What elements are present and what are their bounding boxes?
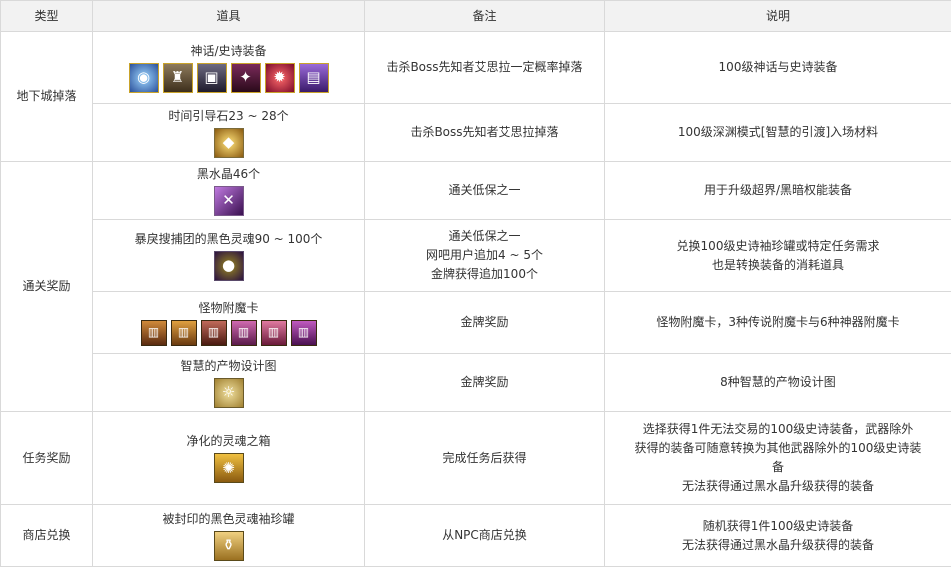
note-cell: 击杀Boss先知者艾思拉掉落 <box>364 103 605 162</box>
table-row: 地下城掉落 神话/史诗装备 ◉ ♜ ▣ ✦ ✹ ▤ 击杀Boss先知者艾思拉一定… <box>0 31 951 162</box>
table-row: 商店兑换 被封印的黑色灵魂袖珍罐 ⚱ 从NPC商店兑换 随机获得1件100级史诗… <box>0 504 951 567</box>
table-row: 通关奖励 黑水晶46个 ✕ 通关低保之一 用于升级超界/黑暗权能装备 <box>0 161 951 412</box>
armor-icon: ▣ <box>196 62 227 93</box>
desc-line: 无法获得通过黑水晶升级获得的装备 <box>681 479 874 493</box>
note-cell: 金牌奖励 <box>364 291 605 354</box>
desc-line: 选择获得1件无法交易的100级史诗装备，武器除外 <box>642 422 914 436</box>
note-cell: 通关低保之一 <box>364 161 605 220</box>
category-clear: 通关奖励 <box>0 161 93 412</box>
item-cell: 怪物附魔卡 ▥ ▥ ▥ ▥ ▥ ▥ <box>92 291 365 354</box>
item-cell: 被封印的黑色灵魂袖珍罐 ⚱ <box>92 504 365 567</box>
item-name: 时间引导石23 ~ 28个 <box>168 108 289 123</box>
helmet-icon: ♜ <box>162 62 193 93</box>
sealed-jar-icon: ⚱ <box>213 530 244 561</box>
item-name: 被封印的黑色灵魂袖珍罐 <box>162 511 295 526</box>
category-shop: 商店兑换 <box>0 504 93 567</box>
egg-stone-icon: ◆ <box>213 127 244 158</box>
card-icon: ▥ <box>200 319 227 346</box>
drop-table: 类型 道具 备注 说明 地下城掉落 神话/史诗装备 ◉ ♜ ▣ ✦ ✹ ▤ 击杀… <box>0 0 951 567</box>
header-row: 类型 道具 备注 说明 <box>0 0 951 32</box>
note-line: 金牌获得追加100个 <box>431 267 538 281</box>
note-cell: 完成任务后获得 <box>364 411 605 505</box>
table-row: 任务奖励 净化的灵魂之箱 ✺ 完成任务后获得 选择获得1件无法交易的100级史诗… <box>0 411 951 505</box>
desc-line: 无法获得通过黑水晶升级获得的装备 <box>681 537 874 552</box>
soul-box-icon: ✺ <box>213 453 244 483</box>
item-name: 净化的灵魂之箱 <box>186 434 271 448</box>
note-cell: 通关低保之一 网吧用户追加4 ~ 5个 金牌获得追加100个 <box>364 219 605 292</box>
item-cell: 暴戾搜捕团的黑色灵魂90 ~ 100个 ● <box>92 219 365 292</box>
table-row: 暴戾搜捕团的黑色灵魂90 ~ 100个 ● 通关低保之一 网吧用户追加4 ~ 5… <box>1 219 951 292</box>
desc-cell: 怪物附魔卡，3种传说附魔卡与6种神器附魔卡 <box>604 291 951 354</box>
card-icon: ▥ <box>290 319 317 346</box>
table-row: 怪物附魔卡 ▥ ▥ ▥ ▥ ▥ ▥ 金牌奖励 怪物附魔卡，3种传说附魔卡与6种神… <box>1 291 951 354</box>
card-icon: ▥ <box>230 319 257 346</box>
header-type: 类型 <box>0 0 93 32</box>
item-name: 神话/史诗装备 <box>190 43 267 58</box>
desc-cell: 8种智慧的产物设计图 <box>604 353 951 412</box>
desc-line: 获得的装备可随意转换为其他武器除外的100级史诗装 <box>634 441 922 455</box>
card-icon: ▥ <box>260 319 287 346</box>
item-cell: 黑水晶46个 ✕ <box>92 161 365 220</box>
blueprint-icon: ☼ <box>213 377 244 408</box>
desc-line: 也是转换装备的消耗道具 <box>711 257 844 272</box>
item-cell: 时间引导石23 ~ 28个 ◆ <box>92 103 365 162</box>
desc-cell: 100级神话与史诗装备 <box>604 31 951 104</box>
table-row: 时间引导石23 ~ 28个 ◆ 击杀Boss先知者艾思拉掉落 100级深渊模式[… <box>1 103 951 162</box>
card-icon: ▥ <box>140 319 167 346</box>
dark-soul-icon: ● <box>213 250 244 281</box>
card-icon: ▥ <box>170 319 197 346</box>
table-row: 智慧的产物设计图 ☼ 金牌奖励 8种智慧的产物设计图 <box>1 353 951 412</box>
desc-cell: 用于升级超界/黑暗权能装备 <box>604 161 951 220</box>
item-cell: 智慧的产物设计图 ☼ <box>92 353 365 412</box>
note-cell: 击杀Boss先知者艾思拉一定概率掉落 <box>364 31 605 104</box>
item-name: 智慧的产物设计图 <box>180 358 277 373</box>
chest-icon: ▤ <box>298 62 329 93</box>
flame-icon: ✹ <box>264 62 295 93</box>
orb-icon: ◉ <box>128 62 159 93</box>
header-desc: 说明 <box>604 0 951 32</box>
header-note: 备注 <box>364 0 605 32</box>
crystal-icon: ✕ <box>213 185 244 216</box>
note-line: 通关低保之一 <box>448 229 521 243</box>
note-line: 网吧用户追加4 ~ 5个 <box>426 248 543 262</box>
desc-cell: 选择获得1件无法交易的100级史诗装备，武器除外 获得的装备可随意转换为其他武器… <box>604 411 951 505</box>
desc-cell: 100级深渊模式[智慧的引渡]入场材料 <box>604 103 951 162</box>
desc-cell: 随机获得1件100级史诗装备 无法获得通过黑水晶升级获得的装备 <box>604 504 951 567</box>
item-cell: 神话/史诗装备 ◉ ♜ ▣ ✦ ✹ ▤ <box>92 31 365 104</box>
item-name: 黑水晶46个 <box>196 166 261 181</box>
header-item: 道具 <box>92 0 365 32</box>
demon-icon: ✦ <box>230 62 261 93</box>
category-quest: 任务奖励 <box>0 411 93 505</box>
note-cell: 金牌奖励 <box>364 353 605 412</box>
item-name: 怪物附魔卡 <box>198 300 259 315</box>
category-dungeon: 地下城掉落 <box>0 31 93 162</box>
desc-line: 兑换100级史诗袖珍罐或特定任务需求 <box>676 238 880 253</box>
item-cell: 净化的灵魂之箱 ✺ <box>92 411 365 505</box>
desc-line: 备 <box>771 460 784 474</box>
note-cell: 从NPC商店兑换 <box>364 504 605 567</box>
desc-cell: 兑换100级史诗袖珍罐或特定任务需求 也是转换装备的消耗道具 <box>604 219 951 292</box>
desc-line: 随机获得1件100级史诗装备 <box>702 518 854 533</box>
item-name: 暴戾搜捕团的黑色灵魂90 ~ 100个 <box>134 231 323 246</box>
